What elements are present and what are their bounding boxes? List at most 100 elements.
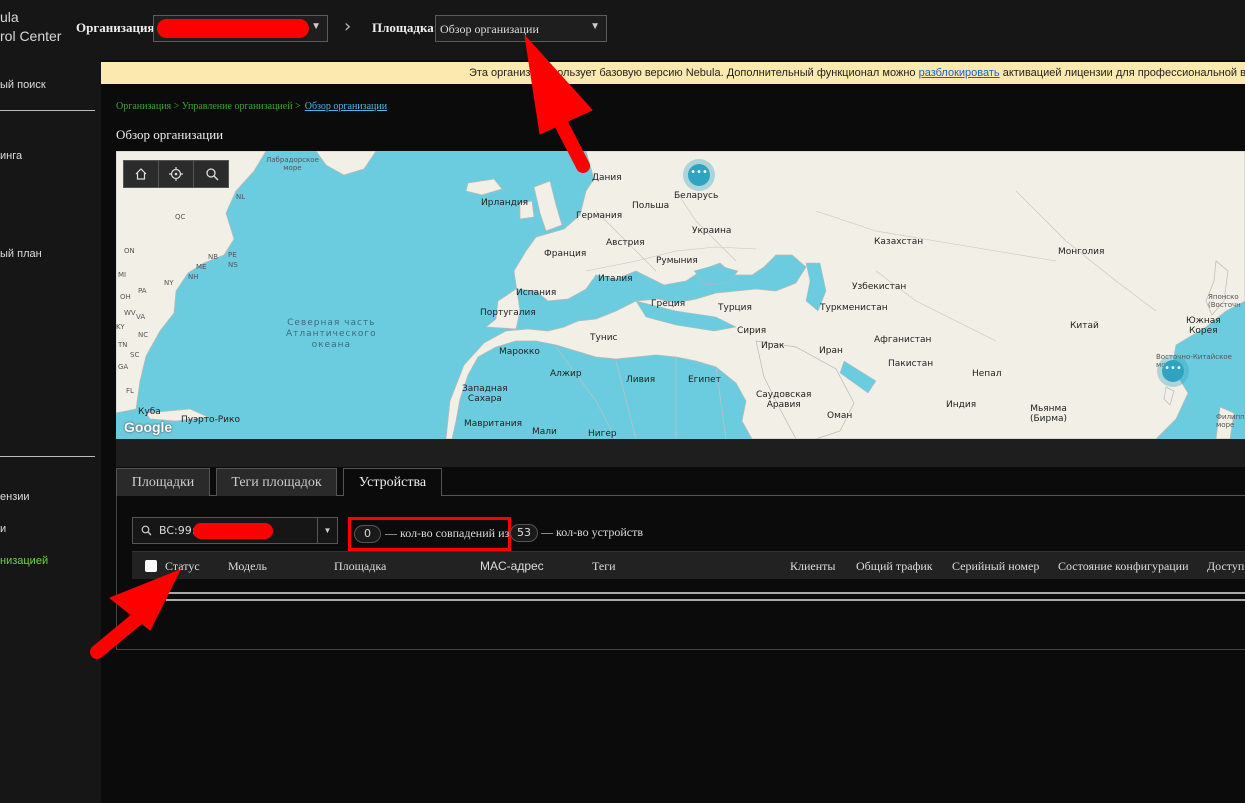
select-all-checkbox[interactable] (145, 560, 157, 572)
column-status[interactable]: Статус (165, 559, 200, 574)
map-label: NL (236, 193, 246, 201)
map-label: GA (118, 363, 129, 371)
site-select[interactable]: Обзор организации ▼ (435, 15, 607, 42)
map-label: ME (196, 263, 207, 271)
map-label: Непал (972, 369, 1002, 379)
map-label: Беларусь (674, 191, 719, 201)
chevron-down-icon[interactable]: ▼ (317, 518, 337, 543)
locate-icon[interactable] (159, 161, 194, 187)
map-label: NY (164, 279, 174, 287)
column-tags[interactable]: Теги (592, 559, 616, 574)
column-site[interactable]: Площадка (334, 559, 386, 574)
map-label: Мали (532, 427, 557, 437)
map-label: Саудовская Аравия (756, 390, 812, 410)
column-mac-address[interactable]: MAC-адрес (480, 559, 544, 573)
map-label: Ливия (626, 375, 656, 385)
organization-map[interactable]: Лабрадорское море Северная часть Атланти… (116, 151, 1245, 439)
column-model[interactable]: Модель (228, 559, 267, 574)
map-label: Алжир (550, 369, 582, 379)
map-label: Ирландия (481, 198, 529, 208)
map-label: Ирак (761, 341, 785, 351)
map-label: QC (175, 213, 186, 221)
banner-text-end: активацией лицензии для профессиональной… (1002, 67, 1245, 79)
device-cluster-marker[interactable]: ••• (1162, 360, 1184, 382)
sidebar-item-licenses[interactable]: ензии (0, 491, 30, 503)
sidebar-item-misc[interactable]: и (0, 523, 6, 535)
sidebar-divider (0, 456, 95, 457)
sidebar-item-search[interactable]: ый поиск (0, 79, 46, 91)
map-label: Монголия (1058, 247, 1105, 257)
organization-select[interactable]: ▼ (153, 15, 328, 42)
map-label: Оман (827, 411, 853, 421)
site-select-value: Обзор организации (440, 22, 539, 36)
map-label: MI (118, 271, 127, 279)
match-count-highlight: 0 — кол-во совпадений из (348, 517, 511, 551)
map-label: Японско (Восточн (1208, 293, 1241, 309)
map-label: Румыния (656, 256, 698, 266)
tab-sites[interactable]: Площадки (116, 468, 210, 496)
home-icon[interactable] (124, 161, 159, 187)
breadcrumb: Организация > Управление организацией > О… (116, 101, 387, 112)
sidebar: ый поиск инга ый план ензии и низацией (0, 60, 101, 803)
map-label: Узбекистан (852, 282, 907, 292)
map-label: Германия (576, 211, 623, 221)
map-footer-strip (116, 439, 1245, 467)
match-count-badge: 0 (354, 525, 381, 543)
map-label: Нигер (588, 429, 617, 439)
map-label: ON (124, 247, 135, 255)
sidebar-item-plan[interactable]: ый план (0, 248, 42, 260)
search-value: BC:99: (159, 524, 196, 537)
map-label: TN (118, 341, 128, 349)
map-label: Афганистан (874, 335, 932, 345)
column-config-state[interactable]: Состояние конфигурации (1058, 559, 1189, 574)
brand-logo-text: ula rol Center (0, 8, 61, 46)
column-access[interactable]: Доступ (1207, 559, 1244, 574)
map-toolbar (123, 160, 229, 188)
devices-table-header: Статус Модель Площадка MAC-адрес Теги Кл… (132, 551, 1245, 579)
map-label: Украина (692, 226, 732, 236)
map-label: Западная Сахара (462, 384, 508, 404)
breadcrumb-current[interactable]: Обзор организации (305, 101, 387, 112)
search-icon[interactable] (194, 161, 229, 187)
map-label: Польша (632, 201, 670, 211)
map-label: Марокко (499, 347, 540, 357)
map-label: Испания (516, 288, 557, 298)
map-label: Мавритания (464, 419, 523, 429)
tab-devices[interactable]: Устройства (343, 468, 442, 497)
map-label: Казахстан (874, 237, 924, 247)
breadcrumb-path[interactable]: Организация > Управление организацией > (116, 101, 301, 112)
device-search-input[interactable]: BC:99: ▼ (132, 517, 338, 544)
search-icon (141, 525, 152, 536)
map-label: Иран (819, 346, 843, 356)
unlock-link[interactable]: разблокировать (919, 67, 1000, 79)
map-label: VA (136, 313, 146, 321)
tab-site-tags[interactable]: Теги площадок (216, 468, 337, 496)
google-logo: Google (124, 419, 173, 435)
column-serial-number[interactable]: Серийный номер (952, 559, 1039, 574)
device-cluster-marker[interactable]: ••• (688, 164, 710, 186)
map-label: Мьянма (Бирма) (1030, 404, 1068, 424)
tab-bar: Площадки Теги площадок Устройства (116, 468, 1245, 497)
map-label: Южная Корея (1186, 316, 1221, 336)
map-label: Туркменистан (820, 303, 888, 313)
site-label: Площадка: (372, 20, 439, 35)
column-clients[interactable]: Клиенты (790, 559, 835, 574)
map-label: Индия (946, 400, 977, 410)
device-total-text: — кол-во устройств (541, 525, 644, 539)
map-label: NC (138, 331, 149, 339)
column-total-traffic[interactable]: Общий трафик (856, 559, 933, 574)
license-banner: Эта организа использует базовую версию N… (101, 62, 1245, 84)
redaction-mark (193, 523, 273, 539)
device-total-badge: 53 (510, 524, 538, 542)
devices-panel: BC:99: ▼ 0 — кол-во совпадений из 53 — к… (116, 496, 1245, 650)
organization-label: Организация: (76, 20, 159, 35)
match-count-text: — кол-во совпадений из (385, 526, 510, 540)
map-label: WV (124, 309, 136, 317)
map-label: Куба (138, 407, 161, 417)
top-bar: ula rol Center Организация: ▼ › Площадка… (0, 0, 1245, 60)
chevron-down-icon: ▼ (311, 21, 321, 32)
map-label: Пакистан (888, 359, 934, 369)
sidebar-item-monitoring[interactable]: инга (0, 150, 22, 162)
sidebar-item-org-management[interactable]: низацией (0, 555, 48, 567)
map-label: Северная часть Атлантического океана (286, 318, 377, 350)
